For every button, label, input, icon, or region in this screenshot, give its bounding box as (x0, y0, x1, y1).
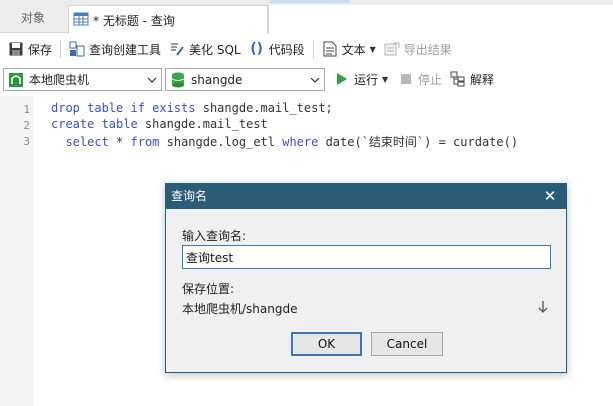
tab-query-label: * 无标题 - 查询 (93, 13, 175, 28)
save-label: 保存 (28, 42, 53, 57)
connection-select[interactable]: 本地爬虫机 (3, 68, 162, 91)
editor-toolbar: 保存 查询创建工具 美化 SQL () 代码段 文本 ▼ 导出结果 (0, 34, 613, 64)
query-name-label: 输入查询名: (182, 229, 247, 243)
query-name-dialog: 查询名 ✕ 输入查询名: 保存位置: 本地爬虫机/shangde OK Canc… (165, 183, 567, 373)
connection-toolbar: 本地爬虫机 shangde 运行 ▼ 停止 解释 (0, 64, 613, 94)
connection-select-value: 本地爬虫机 (29, 73, 90, 87)
code-snippet-button[interactable]: () 代码段 (245, 38, 309, 60)
line-number: 1 (23, 103, 30, 116)
database-icon (169, 72, 187, 88)
database-select[interactable]: shangde (165, 68, 325, 91)
line-number: 2 (23, 119, 30, 132)
sql-keyword: where (282, 135, 319, 149)
beautify-label: 美化 SQL (189, 42, 241, 57)
sql-text: shangde.log_etl (159, 135, 283, 149)
line-number: 3 (23, 135, 30, 148)
line-number-gutter: 1 2 3 (0, 96, 34, 406)
ok-button[interactable]: OK (291, 332, 362, 356)
explain-label: 解释 (470, 72, 495, 87)
sql-keyword: drop table if exists (51, 101, 196, 115)
chevron-down-icon: ▼ (382, 74, 389, 84)
chevron-down-icon (310, 74, 320, 84)
explain-icon (450, 71, 466, 87)
arrow-down-icon[interactable] (537, 300, 549, 314)
save-location-label: 保存位置: (182, 282, 235, 296)
sql-keyword: select (65, 135, 109, 149)
play-icon (334, 71, 350, 87)
sql-text: shangde.mail_test; (195, 101, 333, 115)
query-builder-label: 查询创建工具 (89, 42, 162, 57)
document-icon (322, 41, 338, 57)
tab-query[interactable]: * 无标题 - 查询 (68, 5, 268, 34)
sql-keyword: from (130, 135, 160, 149)
text-mode-dropdown[interactable]: 文本 ▼ (318, 38, 380, 60)
export-results-label: 导出结果 (403, 42, 452, 57)
dialog-title: 查询名 (166, 184, 566, 209)
close-icon[interactable]: ✕ (542, 186, 558, 206)
code-line: drop table if exists shangde.mail_test; (51, 101, 333, 115)
chevron-down-icon (147, 74, 157, 84)
save-button[interactable]: 保存 (4, 38, 56, 60)
beautify-icon (169, 41, 185, 57)
run-button[interactable]: 运行 ▼ (330, 68, 392, 90)
stop-label: 停止 (418, 72, 443, 87)
database-select-value: shangde (191, 72, 243, 87)
run-label: 运行 (354, 72, 379, 87)
tab-accent-line (270, 0, 350, 3)
query-builder-button[interactable]: 查询创建工具 (65, 38, 165, 60)
beautify-sql-button[interactable]: 美化 SQL (165, 38, 245, 60)
query-builder-icon (69, 41, 85, 57)
stop-icon (398, 71, 414, 87)
sql-keyword: create table (51, 117, 138, 131)
table-grid-icon (73, 11, 89, 30)
save-icon (8, 41, 24, 57)
tab-objects[interactable]: 对象 (0, 5, 66, 33)
export-icon (384, 41, 400, 57)
explain-button[interactable]: 解释 (446, 68, 498, 90)
code-snippet-label: 代码段 (268, 42, 305, 57)
parentheses-icon: () (250, 41, 263, 57)
chevron-down-icon: ▼ (369, 44, 376, 54)
text-mode-label: 文本 (341, 42, 366, 57)
cancel-button[interactable]: Cancel (371, 332, 443, 356)
export-results-button[interactable]: 导出结果 (380, 38, 456, 60)
code-line: select * from shangde.log_etl where date… (51, 133, 518, 150)
sql-text: date(`结束时间`) = curdate() (318, 135, 519, 149)
code-line: create table shangde.mail_test (51, 117, 268, 131)
toolbar-separator (60, 40, 62, 58)
stop-button[interactable]: 停止 (394, 68, 446, 90)
sql-text: * (108, 135, 131, 149)
toolbar-separator (312, 40, 314, 58)
tab-bar: 对象 * 无标题 - 查询 (0, 0, 613, 34)
connection-icon (7, 72, 25, 88)
tab-empty-area (268, 5, 613, 33)
save-location-path: 本地爬虫机/shangde (182, 302, 298, 316)
query-name-input[interactable] (182, 245, 551, 269)
sql-text: shangde.mail_test (137, 117, 268, 131)
